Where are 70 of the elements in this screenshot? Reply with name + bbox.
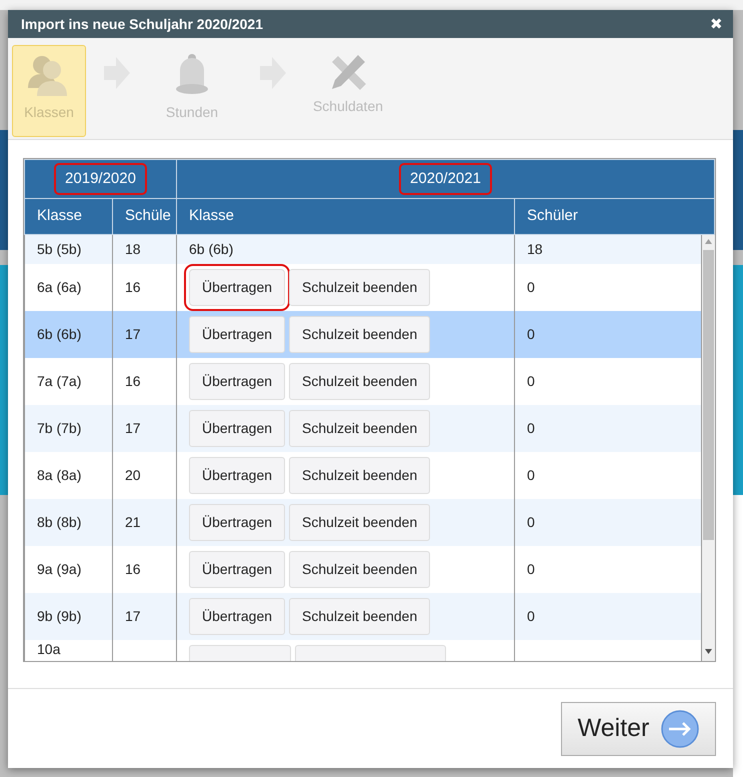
- table-row[interactable]: 9a (9a) 16 Übertragen Schulzeit beenden 0: [24, 546, 714, 592]
- table-row[interactable]: 8a (8a) 20 Übertragen Schulzeit beenden 0: [24, 452, 714, 498]
- column-header: Schüler: [514, 198, 714, 234]
- table-cell: 16: [112, 358, 176, 404]
- table-cell: 8a (8a): [24, 452, 112, 498]
- table-row[interactable]: 7a (7a) 16 Übertragen Schulzeit beenden 0: [24, 358, 714, 404]
- table-cell: 17: [112, 592, 176, 640]
- transfer-button[interactable]: Übertragen: [189, 362, 286, 400]
- end-schooling-button[interactable]: Schulzeit beenden: [289, 268, 430, 306]
- table-row[interactable]: 6a (6a) 16 Übertragen Schulzeit beenden 0: [24, 264, 714, 310]
- step-label: Schuldaten: [312, 97, 384, 116]
- table-row[interactable]: 10a: [24, 640, 714, 661]
- table-cell: 0: [514, 452, 702, 498]
- table-cell: 16: [112, 264, 176, 310]
- table-row[interactable]: 7b (7b) 17 Übertragen Schulzeit beenden 0: [24, 404, 714, 452]
- group-label: 2020/2021: [398, 162, 493, 196]
- scroll-up-icon[interactable]: [705, 239, 712, 245]
- group-label: 2019/2020: [53, 162, 148, 196]
- close-button[interactable]: ✖: [710, 16, 723, 32]
- table-cell: 9b (9b): [24, 592, 112, 640]
- table-cell: 17: [112, 310, 176, 358]
- table-cell: 16: [112, 546, 176, 592]
- table-cell: 0: [514, 310, 702, 358]
- end-schooling-button[interactable]: Schulzeit beenden: [289, 456, 430, 494]
- column-header: Klasse: [24, 198, 112, 234]
- table-cell: 0: [514, 498, 702, 546]
- table-cell: 20: [112, 452, 176, 498]
- table-cell: 7a (7a): [24, 358, 112, 404]
- end-schooling-button[interactable]: Schulzeit beenden: [289, 362, 430, 400]
- table-cell: 7b (7b): [24, 404, 112, 452]
- table-cell: 0: [514, 546, 702, 592]
- table-cell: 8b (8b): [24, 498, 112, 546]
- table-cell: 10a: [24, 640, 112, 661]
- scroll-down-icon[interactable]: [705, 649, 712, 655]
- table-cell: 0: [514, 592, 702, 640]
- scrollbar[interactable]: [702, 235, 715, 661]
- table-cell: 18: [514, 234, 702, 264]
- table-cell: 21: [112, 498, 176, 546]
- transfer-button[interactable]: Übertragen: [189, 410, 286, 446]
- column-header: Klasse: [176, 198, 514, 234]
- table-cell: 6b (6b): [176, 234, 514, 264]
- column-header: Schüle: [112, 198, 176, 234]
- table-cell: 6b (6b): [24, 310, 112, 358]
- button-label: Weiter: [578, 712, 650, 744]
- transfer-button[interactable]: Übertragen: [189, 316, 286, 352]
- transfer-button[interactable]: Übertragen: [189, 456, 286, 494]
- table-cell: 17: [112, 404, 176, 452]
- table-cell: 5b (5b): [24, 234, 112, 264]
- next-button[interactable]: Weiter: [561, 702, 716, 756]
- table-cell: 0: [514, 264, 702, 310]
- end-schooling-button[interactable]: Schulzeit beenden: [289, 598, 430, 634]
- table-cell: 6a (6a): [24, 264, 112, 310]
- table-cell: 0: [514, 404, 702, 452]
- transfer-button[interactable]: Übertragen: [189, 504, 286, 540]
- table-cell: 9a (9a): [24, 546, 112, 592]
- table-row[interactable]: 8b (8b) 21 Übertragen Schulzeit beenden 0: [24, 498, 714, 546]
- window-title: Import ins neue Schuljahr 2020/2021: [21, 14, 263, 34]
- transfer-button[interactable]: Übertragen: [189, 550, 286, 588]
- step-label: Stunden: [166, 103, 218, 122]
- arrow-right-icon: [661, 710, 700, 748]
- end-schooling-button[interactable]: Schulzeit beenden: [289, 316, 430, 352]
- table-row[interactable]: 5b (5b) 18 6b (6b) 18: [24, 234, 714, 264]
- end-schooling-button[interactable]: Schulzeit beenden: [289, 550, 430, 588]
- table-cell: 0: [514, 358, 702, 404]
- end-schooling-button[interactable]: Schulzeit beenden: [289, 410, 430, 446]
- table-cell: 18: [112, 234, 176, 264]
- transfer-button[interactable]: Übertragen: [189, 598, 286, 634]
- table-row[interactable]: 6b (6b) 17 Übertragen Schulzeit beenden 0: [24, 310, 714, 358]
- table-row[interactable]: 9b (9b) 17 Übertragen Schulzeit beenden 0: [24, 592, 714, 640]
- end-schooling-button[interactable]: Schulzeit beenden: [289, 504, 430, 540]
